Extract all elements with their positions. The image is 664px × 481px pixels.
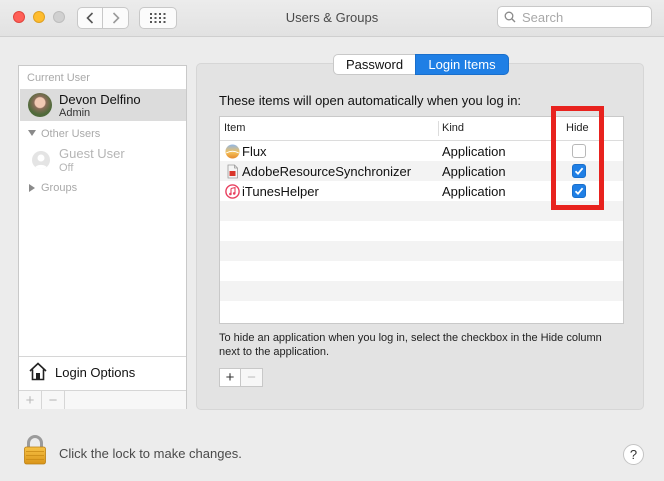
hide-column-highlight-box (551, 106, 604, 210)
tab-login-items[interactable]: Login Items (415, 54, 509, 75)
users-sidebar: Current User Devon Delfino Admin Other U… (18, 65, 187, 409)
search-icon (504, 11, 516, 23)
guest-user-name[interactable]: Guest User (59, 146, 125, 161)
help-button[interactable]: ? (623, 444, 644, 465)
remove-login-item-button[interactable]: − (241, 368, 263, 387)
current-user-header: Current User (27, 72, 90, 84)
hide-hint-text: To hide an application when you log in, … (219, 332, 602, 358)
sidebar-item-current-user[interactable]: Devon Delfino Admin (20, 89, 186, 121)
lock-icon[interactable] (23, 434, 47, 466)
house-icon (29, 362, 47, 381)
tab-password[interactable]: Password (333, 54, 415, 75)
disclosure-down-icon[interactable] (28, 130, 36, 136)
column-header-item[interactable]: Item (224, 122, 245, 134)
sidebar-footer: + − (19, 390, 186, 409)
other-users-header: Other Users (41, 128, 101, 140)
login-item-kind: Application (442, 184, 506, 199)
empty-row (220, 261, 623, 281)
current-user-role: Admin (59, 107, 91, 119)
empty-row (220, 221, 623, 241)
login-options-label: Login Options (55, 365, 136, 380)
empty-row (220, 281, 623, 301)
user-avatar (28, 93, 52, 117)
empty-row (220, 241, 623, 261)
title-bar: Users & Groups (0, 0, 664, 37)
login-item-name: AdobeResourceSynchronizer (242, 164, 412, 179)
adobe-doc-icon (227, 164, 238, 179)
disclosure-right-icon[interactable] (29, 184, 35, 192)
current-user-name: Devon Delfino (59, 92, 141, 107)
add-user-button[interactable]: + (19, 391, 42, 409)
column-divider[interactable] (438, 121, 439, 136)
guest-avatar (32, 151, 50, 169)
empty-row (220, 301, 623, 321)
login-item-name: iTunesHelper (242, 184, 319, 199)
login-item-kind: Application (442, 164, 506, 179)
login-item-kind: Application (442, 144, 506, 159)
login-items-add-remove: + − (219, 368, 263, 387)
itunes-icon (225, 184, 240, 199)
groups-header[interactable]: Groups (41, 182, 77, 194)
remove-user-button[interactable]: − (42, 391, 65, 409)
person-silhouette-icon (34, 154, 48, 169)
tab-bar: Password Login Items (333, 54, 509, 75)
login-item-name: Flux (242, 144, 267, 159)
flux-icon (225, 144, 240, 159)
guest-user-status: Off (59, 162, 74, 174)
login-options-item[interactable]: Login Options (19, 356, 186, 387)
search-field[interactable] (497, 6, 652, 28)
search-input[interactable] (520, 8, 644, 26)
column-header-kind[interactable]: Kind (442, 122, 464, 134)
login-items-intro: These items will open automatically when… (219, 93, 522, 108)
add-login-item-button[interactable]: + (219, 368, 241, 387)
lock-message: Click the lock to make changes. (59, 446, 242, 461)
